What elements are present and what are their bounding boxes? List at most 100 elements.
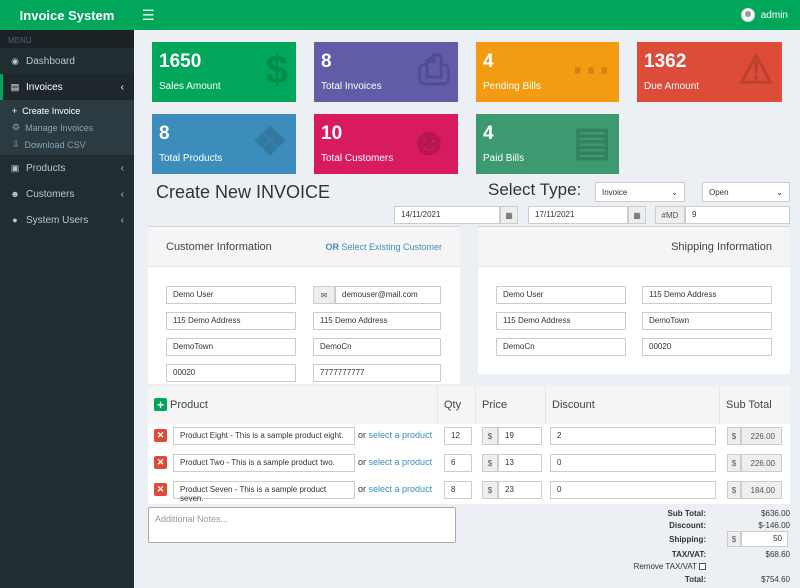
invoice-type-select[interactable]: Invoice ⌄	[595, 182, 685, 202]
discount-field[interactable]: 2	[550, 427, 716, 445]
chevron-left-icon: ‹	[120, 214, 124, 226]
currency-addon: $	[727, 481, 741, 499]
remove-row-button[interactable]: ✕	[154, 429, 167, 442]
stat-label: Total Customers	[321, 153, 394, 164]
invoices-submenu: + Create Invoice ⚙ Manage Invoices ⇩ Downlo…	[0, 100, 134, 155]
user-name: admin	[760, 9, 788, 21]
stat-value: 1650	[159, 51, 202, 72]
price-field[interactable]: 19	[498, 427, 542, 445]
sidebar-item-products[interactable]: ▣ Products ‹	[0, 155, 134, 181]
customer-phone-field[interactable]: 7777777777	[313, 364, 441, 382]
invoice-number-input[interactable]: 9	[685, 206, 790, 224]
subtotal-label: Sub Total:	[667, 509, 706, 518]
select-product-link[interactable]: or select a product	[358, 484, 432, 494]
stat-paid-bills[interactable]: ▤ 4 Paid Bills	[476, 114, 619, 174]
discount-label: Discount:	[669, 521, 706, 530]
shipping-address2-field[interactable]: 115 Demo Address	[496, 312, 626, 330]
submenu-label: Create Invoice	[22, 105, 81, 116]
stat-total-customers[interactable]: ☻ 10 Total Customers	[314, 114, 458, 174]
stat-total-products[interactable]: ❖ 8 Total Products	[152, 114, 296, 174]
download-icon: ⇩	[12, 139, 20, 149]
discount-field[interactable]: 0	[550, 481, 716, 499]
envelope-icon: ✉	[313, 286, 335, 304]
submenu-manage-invoices[interactable]: ⚙ Manage Invoices	[0, 119, 134, 136]
stat-label: Total Invoices	[321, 81, 382, 92]
submenu-create-invoice[interactable]: + Create Invoice	[0, 102, 134, 119]
product-name-field[interactable]: Product Seven - This is a sample product…	[173, 481, 355, 503]
stat-sales-amount[interactable]: $ 1650 Sales Amount	[152, 42, 296, 102]
user-menu[interactable]: admin	[740, 8, 788, 22]
sidebar-item-system-users[interactable]: ● System Users ‹	[0, 207, 134, 233]
link-text: select a product	[368, 484, 433, 494]
shipping-postcode-field[interactable]: 00020	[642, 338, 772, 356]
invoice-date-input[interactable]: 14/11/2021	[394, 206, 500, 224]
calendar-icon[interactable]: ▦	[628, 206, 646, 224]
customer-name-field[interactable]: Demo User	[166, 286, 296, 304]
sidebar-item-customers[interactable]: ☻ Customers ‹	[0, 181, 134, 207]
or-text: or	[358, 457, 367, 467]
stat-value: 8	[321, 51, 332, 72]
chevron-left-icon: ‹	[120, 188, 124, 200]
qty-field[interactable]: 8	[444, 481, 472, 499]
th-subtotal: Sub Total	[720, 386, 790, 424]
select-product-link[interactable]: or select a product	[358, 457, 432, 467]
shipping-label: Shipping:	[669, 535, 706, 544]
or-text: or	[358, 484, 367, 494]
shipping-info-title: Shipping Information	[671, 240, 772, 253]
stat-pending-bills[interactable]: ⋯ 4 Pending Bills	[476, 42, 619, 102]
currency-addon: $	[727, 427, 741, 445]
submenu-download-csv[interactable]: ⇩ Download CSV	[0, 136, 134, 153]
shipping-input[interactable]: 50	[741, 531, 788, 547]
total-label: Total:	[684, 575, 706, 584]
add-row-button[interactable]: +	[154, 398, 167, 412]
sidebar-item-label: Customers	[26, 188, 75, 200]
product-name-field[interactable]: Product Two - This is a sample product t…	[173, 454, 355, 472]
discount-value: $-146.00	[758, 521, 790, 530]
dashboard-icon: ◉	[11, 55, 19, 66]
invoice-status-select[interactable]: Open ⌄	[702, 182, 790, 202]
notes-textarea[interactable]: Additional Notes...	[148, 507, 456, 543]
discount-field[interactable]: 0	[550, 454, 716, 472]
currency-addon: $	[727, 531, 741, 547]
qty-field[interactable]: 6	[444, 454, 472, 472]
shipping-name-field[interactable]: Demo User	[496, 286, 626, 304]
app-logo[interactable]: Invoice System	[0, 0, 134, 30]
product-name-field[interactable]: Product Eight - This is a sample product…	[173, 427, 355, 445]
sidebar-item-dashboard[interactable]: ◉ Dashboard	[0, 48, 134, 74]
select-product-link[interactable]: or select a product	[358, 430, 432, 440]
customer-info-title: Customer Information	[166, 240, 272, 253]
customer-postcode-field[interactable]: 00020	[166, 364, 296, 382]
customer-address2-field[interactable]: 115 Demo Address	[313, 312, 441, 330]
shipping-address1-field[interactable]: 115 Demo Address	[642, 286, 772, 304]
file-icon: ▤	[10, 81, 20, 92]
box-icon: ▣	[10, 162, 20, 173]
remove-row-button[interactable]: ✕	[154, 456, 167, 469]
stat-due-amount[interactable]: ⚠ 1362 Due Amount	[637, 42, 782, 102]
calendar-icon[interactable]: ▦	[500, 206, 518, 224]
sidebar-item-invoices[interactable]: ▤ Invoices ‹	[0, 74, 134, 100]
currency-addon: $	[727, 454, 741, 472]
remove-row-button[interactable]: ✕	[154, 483, 167, 496]
remove-tax-checkbox[interactable]	[699, 563, 706, 571]
dollar-icon: $	[265, 48, 288, 92]
th-price: Price	[476, 386, 546, 424]
hamburger-icon[interactable]: ☰	[142, 7, 155, 24]
stat-total-invoices[interactable]: ⎙ 8 Total Invoices	[314, 42, 458, 102]
qty-field[interactable]: 12	[444, 427, 472, 445]
subtotal-field: 184.00	[741, 481, 782, 499]
list-icon: ▤	[573, 120, 611, 164]
warning-icon: ⚠	[738, 48, 774, 92]
select-value: Open	[709, 187, 729, 197]
due-date-input[interactable]: 17/11/2021	[528, 206, 628, 224]
printer-icon: ⎙	[418, 48, 450, 92]
select-existing-customer-link[interactable]: OR Select Existing Customer	[325, 242, 442, 252]
price-field[interactable]: 13	[498, 454, 542, 472]
link-text: select a product	[368, 457, 433, 467]
price-field[interactable]: 23	[498, 481, 542, 499]
shipping-country-field[interactable]: DemoCn	[496, 338, 626, 356]
customer-address1-field[interactable]: 115 Demo Address	[166, 312, 296, 330]
customer-country-field[interactable]: DemoCn	[313, 338, 441, 356]
customer-town-field[interactable]: DemoTown	[166, 338, 296, 356]
customer-email-field[interactable]: demouser@mail.com	[335, 286, 441, 304]
shipping-town-field[interactable]: DemoTown	[642, 312, 772, 330]
